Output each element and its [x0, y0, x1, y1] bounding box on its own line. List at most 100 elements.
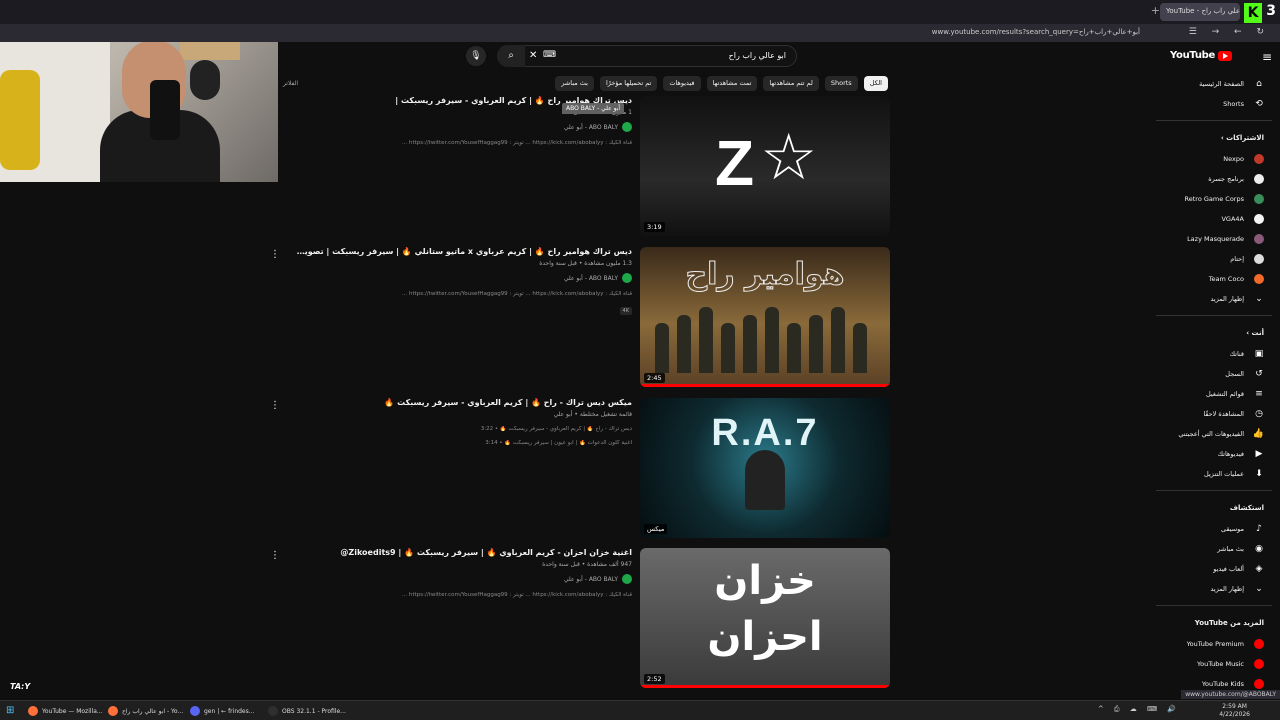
nav-buttons[interactable]: ☰ → ← ↻ [1189, 27, 1270, 37]
sidebar-divider [1156, 605, 1272, 606]
filter-chip[interactable]: Shorts [824, 76, 858, 91]
chevron-down-icon: ⌄ [1255, 584, 1263, 594]
channel-avatar[interactable] [622, 273, 632, 283]
soldier-figure [655, 323, 669, 373]
clock[interactable]: 2:59 AM 4/22/2026 [1219, 703, 1250, 719]
soldier-figure [809, 315, 823, 373]
clock-time: 2:59 AM [1222, 703, 1247, 710]
sidebar-item[interactable]: ↺ السجل [1156, 364, 1272, 384]
video-description: ديس تراك - راح 🔥 | كريم العرباوي - سيرفر… [480, 426, 632, 432]
url-text[interactable]: www.youtube.com/results?search_query=أبو… [932, 28, 1140, 36]
mic-icon[interactable]: 🎙 [466, 46, 486, 66]
filter-chip[interactable]: الكل [863, 76, 888, 91]
filter-chip[interactable]: بث مباشر [555, 76, 594, 91]
clear-icon[interactable]: ✕ [529, 50, 537, 61]
more-options-icon[interactable]: ⋮ [270, 249, 280, 260]
clock-icon: ◷ [1255, 409, 1263, 419]
sidebar-section-you[interactable]: أنت › [1156, 322, 1272, 344]
sidebar-item[interactable]: YouTube Premium [1156, 634, 1272, 654]
channel-link[interactable]: ABO BALY - أبو علي [292, 574, 632, 584]
sidebar-subscription[interactable]: Retro Game Corps [1156, 189, 1272, 209]
soldier-figure [743, 315, 757, 373]
sidebar-item-label: Shorts [1223, 100, 1244, 108]
playlist-icon: ≡ [1255, 389, 1263, 399]
sidebar-item[interactable]: ⌄ إظهار المزيد [1156, 579, 1272, 599]
video-result[interactable]: خزان احزان 2:52 اغنية خزان احزان - كريم الع… [270, 548, 890, 690]
new-tab-button[interactable]: + [1151, 4, 1160, 17]
sidebar-item[interactable]: ≡ قوائم التشغيل [1156, 384, 1272, 404]
video-result[interactable]: هوامير راح 2:45 ديس تراك هوامير راح 🔥 | كر… [270, 247, 890, 389]
video-title[interactable]: ديس تراك هوامير راح 🔥 | كريم عرباوي x ما… [292, 247, 632, 256]
sidebar-item[interactable]: ⟲ Shorts [1156, 94, 1272, 114]
clock-date: 4/22/2026 [1219, 711, 1250, 718]
channel-avatar [1254, 274, 1264, 284]
filter-chip[interactable]: فيديوهات [663, 76, 701, 91]
search-input[interactable]: ابو عالي راب راح [497, 45, 797, 67]
channel-avatar[interactable] [622, 574, 632, 584]
sidebar-subscription[interactable]: VGA4A [1156, 209, 1272, 229]
video-thumbnail[interactable]: Z ☆ 3:19 [640, 96, 890, 236]
taskbar-item-label: ابو عالي راب راح - Yo... [122, 707, 184, 715]
filter-chip[interactable]: تم تحميلها مؤخرًا [599, 76, 658, 91]
taskbar-item[interactable]: ابو عالي راب راح - Yo... [108, 704, 183, 718]
taskbar-item[interactable]: gen | ← frindes... [190, 704, 254, 718]
gaming-icon: ◈ [1255, 564, 1263, 574]
sidebar-divider [1156, 120, 1272, 121]
channel-link[interactable]: ABO BALY - أبو علي [292, 122, 632, 132]
video-thumbnail[interactable]: R.A.7 ميكس [640, 398, 890, 538]
filter-chip[interactable]: تمت مشاهدتها [706, 76, 758, 91]
video-icon: ▶ [1255, 449, 1263, 459]
taskbar-item[interactable]: OBS 32.1.1 - Profile... [268, 704, 346, 718]
url-bar[interactable]: www.youtube.com/results?search_query=أبو… [0, 24, 1280, 42]
channel-link[interactable]: ABO BALY - أبو علي [292, 273, 632, 283]
sidebar-item[interactable]: 👍 الفيديوهات التي أعجبتني [1156, 424, 1272, 444]
more-options-icon[interactable]: ⋮ [270, 550, 280, 561]
thumb-title: خزان [714, 558, 816, 604]
youtube-app-icon [1254, 639, 1264, 649]
more-options-icon[interactable]: ⋮ [270, 400, 280, 411]
sidebar-subscription[interactable]: Team Coco [1156, 269, 1272, 289]
youtube-logo[interactable]: YouTube [1170, 50, 1232, 61]
sidebar-item[interactable]: ▶ فيديوهاتك [1156, 444, 1272, 464]
filters-button[interactable]: الفلاتر [283, 80, 298, 87]
channel-name[interactable]: ABO BALY - أبو علي [564, 124, 618, 131]
music-icon: ♪ [1256, 524, 1262, 534]
video-title[interactable]: اغنية خزان احزان - كريم العرباوي 🔥 | سير… [292, 548, 632, 557]
sidebar-item[interactable]: ♪ موسيقى [1156, 519, 1272, 539]
sidebar-section-subscriptions[interactable]: الاشتراكات › [1156, 127, 1272, 149]
sidebar-item-label: السجل [1225, 370, 1244, 378]
video-result[interactable]: R.A.7 ميكس ميكس ديس تراك - راح 🔥 | كريم ال… [270, 398, 890, 540]
browser-tab[interactable]: YouTube - أبو علي راب راح [1160, 3, 1240, 21]
menu-icon[interactable]: ≡ [1262, 50, 1272, 64]
taskbar: ⊞ ^ ⎙ ☁ ⌨ 🔊 2:59 AM 4/22/2026 YouTube — … [0, 700, 1280, 720]
taskbar-item[interactable]: YouTube — Mozilla... [28, 704, 103, 718]
sidebar-subscription[interactable]: إحتام [1156, 249, 1272, 269]
sidebar-section-explore: استكشاف [1229, 504, 1264, 512]
sidebar-item[interactable]: ▣ قناتك [1156, 344, 1272, 364]
sidebar-item[interactable]: YouTube Music [1156, 654, 1272, 674]
system-tray[interactable]: ^ ⎙ ☁ ⌨ 🔊 [1098, 705, 1180, 714]
video-thumbnail[interactable]: هوامير راح 2:45 [640, 247, 890, 387]
channel-name[interactable]: ABO BALY - أبو علي [564, 576, 618, 583]
channel-icon: ▣ [1254, 349, 1264, 359]
windows-start-icon[interactable]: ⊞ [6, 705, 14, 716]
sidebar-subscription[interactable]: Nexpo [1156, 149, 1272, 169]
filter-chips: الكل Shorts لم تتم مشاهدتها تمت مشاهدتها فيد… [555, 76, 888, 91]
video-title[interactable]: ميكس ديس تراك - راح 🔥 | كريم العرباوي - … [292, 398, 632, 407]
sidebar-item[interactable]: ◉ بث مباشر [1156, 539, 1272, 559]
video-thumbnail[interactable]: خزان احزان 2:52 [640, 548, 890, 688]
channel-name[interactable]: ABO BALY - أبو علي [564, 275, 618, 282]
sidebar-item[interactable]: ⌂ الصفحة الرئيسية [1156, 74, 1272, 94]
keyboard-icon[interactable]: ⌨ [543, 50, 556, 60]
sidebar-item[interactable]: ⬇ عمليات التنزيل [1156, 464, 1272, 484]
channel-avatar[interactable] [622, 122, 632, 132]
sidebar-item[interactable]: ◈ ألعاب فيديو [1156, 559, 1272, 579]
youtube-app-icon [1254, 659, 1264, 669]
sidebar-subscription[interactable]: Lazy Masquerade [1156, 229, 1272, 249]
video-result[interactable]: Z ☆ 3:19 ديس تراك هوامير راح 🔥 | كريم العرب… [280, 96, 890, 238]
sidebar-item[interactable]: ⌄ إظهار المزيد [1156, 289, 1272, 309]
sidebar-subscription[interactable]: برنامج جسرة [1156, 169, 1272, 189]
sidebar-item[interactable]: ◷ المشاهدة لاحقًا [1156, 404, 1272, 424]
search-icon[interactable]: ⌕ [497, 45, 525, 67]
filter-chip[interactable]: لم تتم مشاهدتها [763, 76, 819, 91]
